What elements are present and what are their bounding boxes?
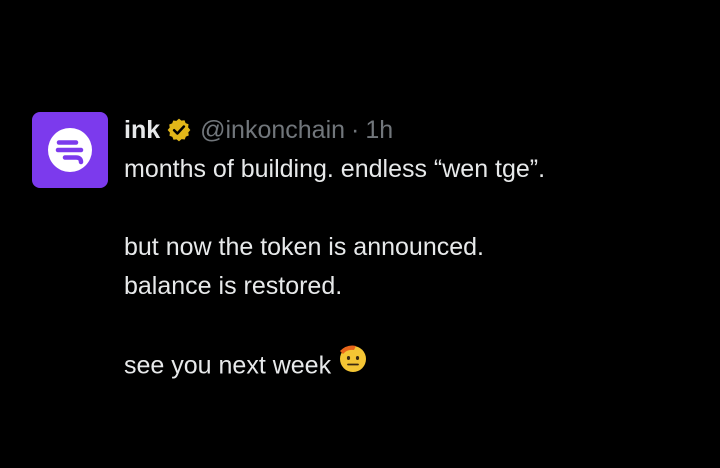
saluting-face-icon (337, 342, 369, 386)
post-text-line-last: see you next week (124, 345, 692, 389)
post-content: ink @inkonchain · 1h months of building.… (124, 112, 692, 389)
separator: · (351, 115, 360, 144)
handle[interactable]: @inkonchain (200, 116, 345, 145)
timestamp[interactable]: 1h (365, 116, 393, 145)
verified-badge-icon (166, 117, 192, 143)
post[interactable]: ink @inkonchain · 1h months of building.… (32, 112, 692, 389)
avatar[interactable] (32, 112, 108, 188)
post-text-line: balance is restored. (124, 272, 343, 300)
display-name[interactable]: ink (124, 116, 160, 145)
post-text: months of building. endless “wen tge”. b… (124, 150, 692, 389)
ink-logo-icon (48, 128, 92, 172)
post-text-line: but now the token is announced. (124, 233, 484, 261)
post-text-line: see you next week (124, 351, 332, 380)
post-header: ink @inkonchain · 1h (124, 112, 692, 148)
post-text-line: months of building. endless “wen tge”. (124, 155, 546, 183)
